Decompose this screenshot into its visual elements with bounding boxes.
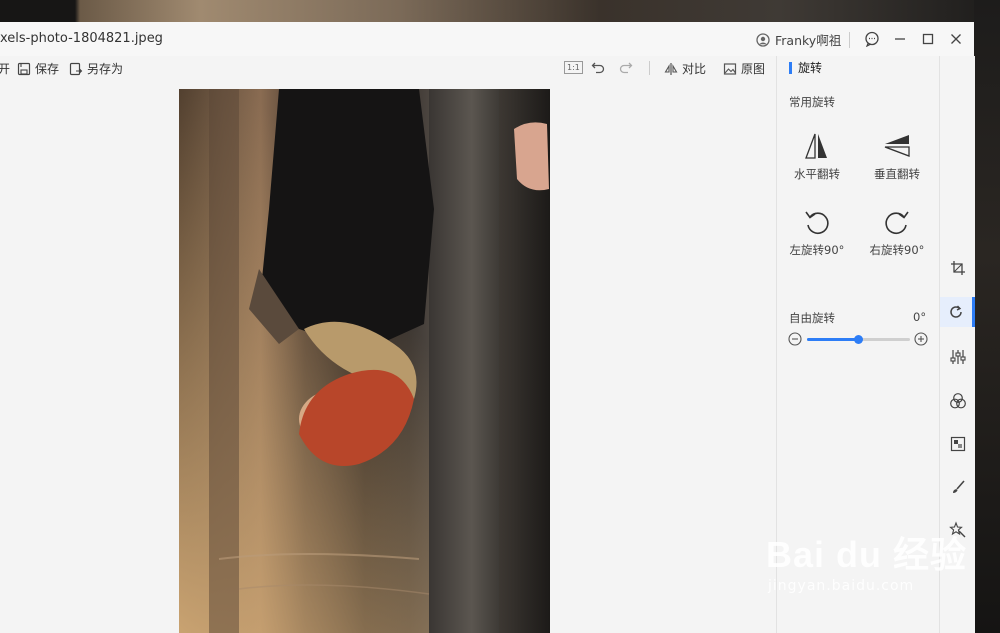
filter-tool-button[interactable] [940,386,975,416]
save-icon [17,62,31,75]
flip-vertical-icon [884,135,910,157]
free-rotate-label: 自由旋转 [789,311,835,325]
edited-photo [179,89,550,633]
effects-tool-button[interactable] [940,515,975,545]
close-button[interactable] [947,30,965,48]
brush-icon [952,480,965,493]
crop-tool-button[interactable] [940,253,975,283]
common-rotate-label: 常用旋转 [789,95,835,109]
title-separator [849,32,850,48]
toolbar-separator [649,61,650,75]
flip-vertical-button[interactable]: 垂直翻转 [862,132,932,182]
panel-title-accent [789,61,792,74]
rotate-tool-button[interactable] [940,297,975,327]
slider-fill [807,338,859,341]
user-avatar-icon [756,32,770,47]
desktop-background-strip [0,0,1000,22]
save-label: 保存 [35,62,60,76]
adjust-tool-button[interactable] [940,342,975,372]
save-as-button[interactable]: 另存为 [69,60,123,77]
minimize-button[interactable] [891,30,909,48]
free-rotate-value: 0° [913,310,927,324]
flip-horizontal-icon [805,133,827,159]
flip-horizontal-button[interactable]: 水平翻转 [782,132,852,182]
image-icon [723,62,737,75]
slider-thumb[interactable] [854,335,863,344]
rotate-left-button[interactable]: 左旋转90° [782,208,852,258]
desktop-background-edge [974,0,1000,633]
rotate-left-icon [805,211,829,234]
open-label: 开 [0,62,11,76]
user-name: Franky啊祖 [775,33,842,48]
mosaic-icon [950,436,965,452]
save-button[interactable]: 保存 [17,60,59,77]
compare-label: 对比 [682,62,707,76]
tool-rail [939,56,975,633]
actual-size-icon: 1:1 [564,61,583,74]
feedback-button[interactable] [863,30,881,48]
zoom-plus-icon[interactable] [914,332,928,346]
minimize-icon [895,38,905,40]
open-button[interactable]: 开 [0,60,10,77]
redo-icon [619,62,633,74]
compare-icon [664,62,678,75]
undo-icon [591,62,605,74]
mosaic-tool-button[interactable] [940,429,975,459]
maximize-button[interactable] [919,30,937,48]
flip-horizontal-label: 水平翻转 [794,167,840,181]
free-rotate-slider[interactable] [807,335,910,344]
flip-vertical-label: 垂直翻转 [874,167,920,181]
user-account[interactable]: Franky啊祖 [756,30,841,49]
compare-button[interactable]: 对比 [664,60,706,77]
crop-icon [950,261,965,275]
window-title: xels-photo-1804821.jpeg [0,31,163,46]
original-button[interactable]: 原图 [723,60,765,77]
rotate-left-label: 左旋转90° [789,243,845,257]
rotate-right-label: 右旋转90° [869,243,925,257]
undo-button[interactable] [591,60,605,74]
rotate-panel: 旋转 常用旋转 水平翻转 垂直翻转 左旋转90° 右旋转90° 自由旋转 0° [776,56,940,633]
brush-tool-button[interactable] [940,472,975,502]
main-toolbar: 开 保存 另存为 1:1 对比 原图 [0,56,776,80]
adjust-icon [949,350,966,364]
redo-button[interactable] [619,60,633,74]
actual-size-button[interactable]: 1:1 [564,61,583,74]
maximize-icon [922,33,934,45]
save-as-icon [69,62,83,75]
photo-content [179,89,550,633]
title-bar: xels-photo-1804821.jpeg Franky啊祖 [0,22,974,56]
filter-icon [949,393,966,409]
panel-title-text: 旋转 [798,61,823,75]
zoom-minus-icon[interactable] [788,332,802,346]
rotate-icon [950,305,962,318]
panel-title: 旋转 [789,59,822,76]
rotate-right-icon [885,211,909,234]
chat-bubble-icon [865,31,879,47]
close-icon [951,34,961,44]
effects-icon [948,521,965,538]
rotate-right-button[interactable]: 右旋转90° [862,208,932,258]
original-label: 原图 [741,62,766,76]
save-as-label: 另存为 [87,62,124,76]
